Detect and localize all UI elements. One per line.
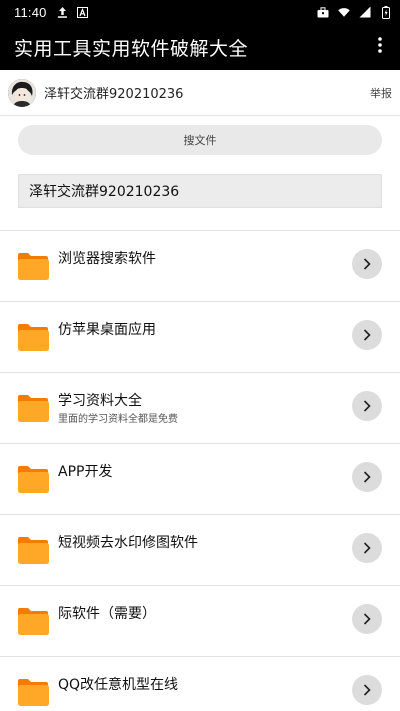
list-item[interactable]: 仿苹果桌面应用	[0, 301, 400, 372]
search-files-button[interactable]: 搜文件	[18, 125, 382, 155]
publisher-bar: 泽轩交流群920210236 举报	[0, 70, 400, 116]
wifi-icon	[338, 5, 350, 19]
list-item[interactable]: 际软件（需要）	[0, 585, 400, 656]
folder-list: 浏览器搜索软件 仿苹果桌面应用 学习资料大全 里面的学习资料全都是免费 APP开…	[0, 230, 400, 711]
chevron-right-icon	[363, 610, 371, 629]
chevron-right-icon	[363, 681, 371, 700]
search-files-label: 搜文件	[183, 134, 217, 147]
folder-icon	[18, 252, 49, 280]
chevron-right-icon	[363, 468, 371, 487]
chevron-right-icon	[363, 255, 371, 274]
status-time: 11:40	[14, 4, 47, 20]
page-title: 实用工具实用软件破解大全	[14, 37, 249, 60]
open-item-button[interactable]	[352, 533, 382, 563]
notice-box: 泽轩交流群920210236	[18, 174, 382, 208]
list-item-title: QQ改任意机型在线	[58, 677, 179, 693]
list-item-title: 浏览器搜索软件	[58, 251, 156, 267]
signal-icon	[359, 5, 371, 19]
list-item[interactable]: 短视频去水印修图软件	[0, 514, 400, 585]
open-item-button[interactable]	[352, 249, 382, 279]
open-item-button[interactable]	[352, 462, 382, 492]
folder-icon	[18, 323, 49, 351]
list-item-title: 仿苹果桌面应用	[58, 322, 156, 338]
app-bar: 实用工具实用软件破解大全	[0, 24, 400, 70]
more-vert-icon	[378, 37, 382, 57]
chevron-right-icon	[363, 326, 371, 345]
status-bar: 11:40	[0, 0, 400, 24]
open-item-button[interactable]	[352, 320, 382, 350]
folder-icon	[18, 607, 49, 635]
list-item-title: 短视频去水印修图软件	[58, 535, 198, 551]
open-item-button[interactable]	[352, 675, 382, 705]
folder-icon	[18, 678, 49, 706]
avatar[interactable]	[8, 78, 36, 107]
chevron-right-icon	[363, 397, 371, 416]
open-item-button[interactable]	[352, 604, 382, 634]
battery-icon	[380, 5, 392, 19]
app-a-icon	[77, 5, 89, 19]
folder-icon	[18, 536, 49, 564]
open-item-button[interactable]	[352, 391, 382, 421]
list-item[interactable]: 浏览器搜索软件	[0, 230, 400, 301]
upload-icon	[57, 5, 69, 19]
report-button[interactable]: 举报	[370, 85, 392, 101]
overflow-menu-button[interactable]	[360, 24, 400, 70]
list-item[interactable]: APP开发	[0, 443, 400, 514]
list-item[interactable]: QQ改任意机型在线	[0, 656, 400, 711]
list-item[interactable]: 学习资料大全 里面的学习资料全都是免费	[0, 372, 400, 443]
publisher-name[interactable]: 泽轩交流群920210236	[44, 83, 183, 102]
list-item-title: APP开发	[58, 464, 113, 480]
folder-icon	[18, 465, 49, 493]
list-item-title: 际软件（需要）	[58, 606, 156, 622]
briefcase-icon	[317, 5, 329, 19]
chevron-right-icon	[363, 539, 371, 558]
folder-icon	[18, 394, 49, 422]
list-item-title: 学习资料大全	[58, 393, 142, 409]
list-item-subtitle: 里面的学习资料全都是免费	[58, 414, 178, 425]
notice-text: 泽轩交流群920210236	[29, 184, 180, 200]
